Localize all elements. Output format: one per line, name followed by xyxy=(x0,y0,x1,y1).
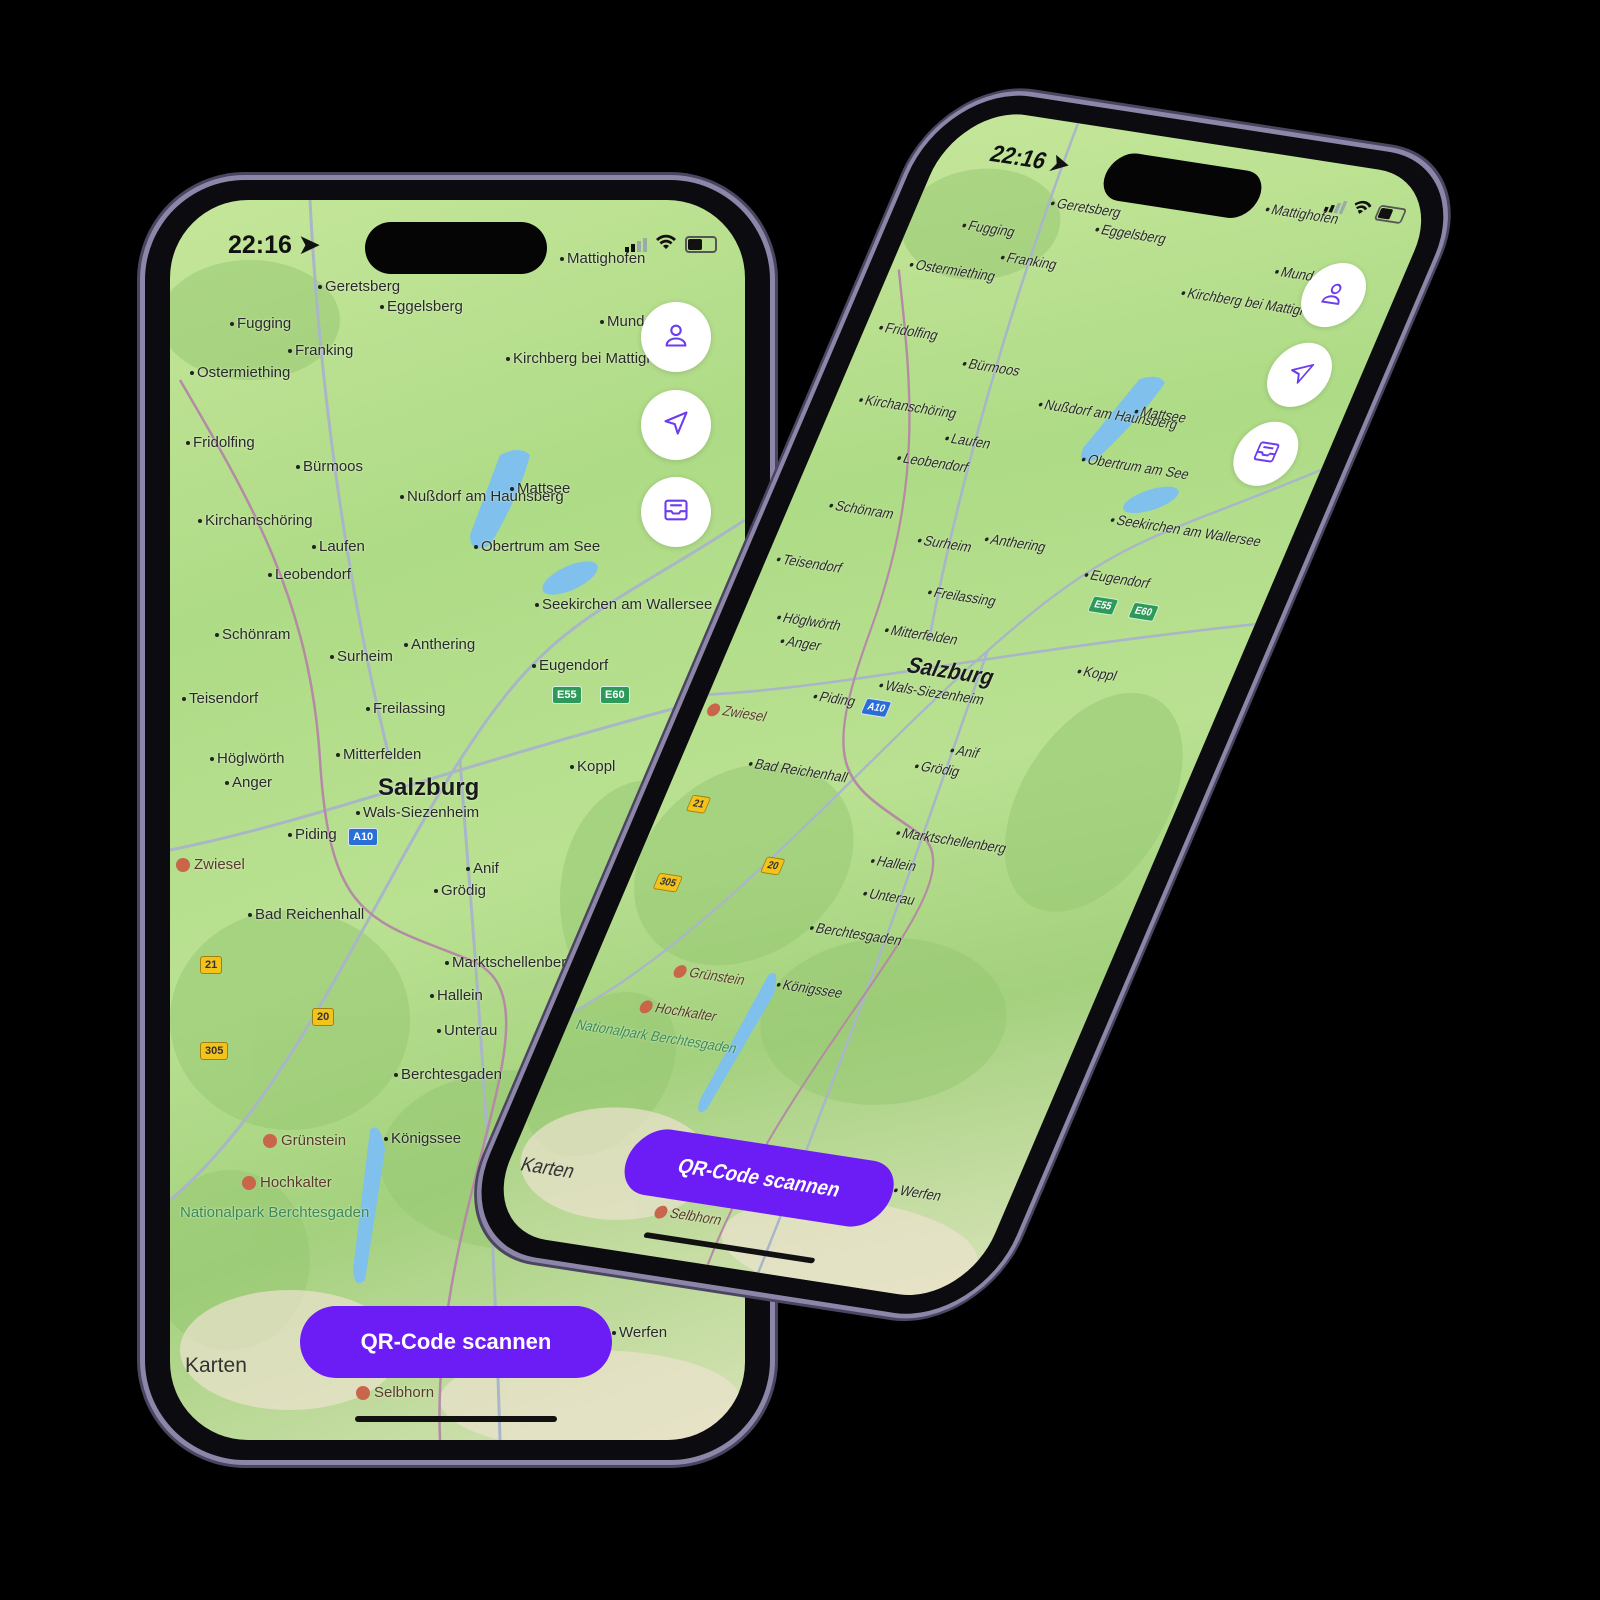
map-label[interactable]: Ostermiething xyxy=(190,364,290,381)
location-arrow-icon xyxy=(1281,358,1317,392)
map-label[interactable]: Seekirchen am Wallersee xyxy=(535,596,712,613)
road-shield: E60 xyxy=(600,686,630,704)
map-label[interactable]: Berchtesgaden xyxy=(394,1066,502,1083)
map-label[interactable]: Piding xyxy=(288,826,337,843)
map-label[interactable]: Fugging xyxy=(230,315,291,332)
map-label[interactable]: Hallein xyxy=(430,987,483,1004)
inbox-icon xyxy=(662,496,690,529)
map-label[interactable]: Bürmoos xyxy=(296,458,363,475)
map-label[interactable]: Werfen xyxy=(612,1324,667,1341)
home-indicator[interactable] xyxy=(355,1416,557,1422)
wifi-icon xyxy=(655,234,677,255)
maps-attribution[interactable]: Karten xyxy=(185,1354,247,1378)
road-shield: 305 xyxy=(200,1042,229,1060)
map-label[interactable]: Marktschellenberg xyxy=(445,954,575,971)
map-label[interactable]: Koppl xyxy=(570,758,615,775)
map-label[interactable]: Obertrum am See xyxy=(474,538,600,555)
map-label[interactable]: Anif xyxy=(466,860,499,877)
wifi-icon xyxy=(1348,199,1375,221)
map-label[interactable]: Nationalpark Berchtesgaden xyxy=(180,1204,369,1221)
map-label[interactable]: Wals-Siezenheim xyxy=(356,804,479,821)
road-shield: A10 xyxy=(348,828,379,846)
map-label[interactable]: Königssee xyxy=(384,1130,461,1147)
map-label[interactable]: Bad Reichenhall xyxy=(248,906,364,923)
map-label[interactable]: Mitterfelden xyxy=(336,746,421,763)
map-label[interactable]: Selbhorn xyxy=(356,1384,434,1401)
map-label[interactable]: Anger xyxy=(225,774,272,791)
road-shield: 20 xyxy=(312,1008,335,1026)
profile-button[interactable] xyxy=(641,302,711,372)
map-label[interactable]: Laufen xyxy=(312,538,365,555)
battery-icon xyxy=(685,236,717,253)
map-label[interactable]: Grödig xyxy=(434,882,486,899)
map-label[interactable]: Teisendorf xyxy=(182,690,258,707)
person-icon xyxy=(662,321,690,354)
inbox-icon xyxy=(1248,437,1284,471)
status-time: 22:16 ➤ xyxy=(228,231,320,259)
map-label[interactable]: Mattsee xyxy=(510,480,570,497)
map-label[interactable]: Grünstein xyxy=(263,1132,346,1149)
status-icons xyxy=(625,234,717,255)
locate-button[interactable] xyxy=(641,390,711,460)
map-label[interactable]: Zwiesel xyxy=(176,856,245,873)
inbox-button[interactable] xyxy=(641,477,711,547)
map-label[interactable]: Leobendorf xyxy=(268,566,351,583)
map-label[interactable]: Freilassing xyxy=(366,700,446,717)
map-label[interactable]: Eugendorf xyxy=(532,657,608,674)
qr-scan-button[interactable]: QR-Code scannen xyxy=(300,1306,612,1378)
map-label[interactable]: Fridolfing xyxy=(186,434,255,451)
location-arrow-icon xyxy=(662,409,690,442)
map-label[interactable]: Franking xyxy=(288,342,353,359)
map-label[interactable]: Anthering xyxy=(404,636,475,653)
map-label[interactable]: Geretsberg xyxy=(318,278,400,295)
map-label[interactable]: Eggelsberg xyxy=(380,298,463,315)
map-label[interactable]: Hochkalter xyxy=(242,1174,332,1191)
map-label[interactable]: Surheim xyxy=(330,648,393,665)
dynamic-island xyxy=(365,222,547,274)
signal-icon xyxy=(625,237,647,252)
map-label[interactable]: Unterau xyxy=(437,1022,497,1039)
person-icon xyxy=(1315,278,1351,312)
signal-icon xyxy=(1323,198,1348,214)
road-shield: E55 xyxy=(552,686,582,704)
map-label[interactable]: Salzburg xyxy=(378,774,479,802)
road-shield: 21 xyxy=(200,956,223,974)
map-label[interactable]: Schönram xyxy=(215,626,290,643)
map-label[interactable]: Höglwörth xyxy=(210,750,285,767)
map-label[interactable]: Kirchanschöring xyxy=(198,512,313,529)
